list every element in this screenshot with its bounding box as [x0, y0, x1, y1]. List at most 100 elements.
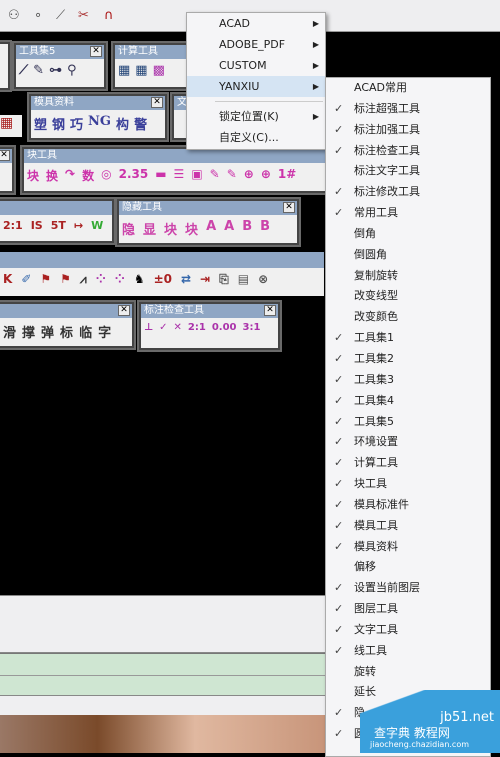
- tool-button[interactable]: 3:1: [243, 322, 261, 333]
- tool-button[interactable]: 滑: [3, 322, 16, 341]
- dot-icon[interactable]: ∘: [34, 8, 42, 23]
- swap-icon[interactable]: ⇄: [181, 272, 191, 287]
- submenu-item[interactable]: 倒圆角: [326, 245, 490, 266]
- tool-button[interactable]: ◎: [101, 167, 111, 184]
- mirror-icon[interactable]: ⩘: [80, 272, 87, 287]
- submenu-item[interactable]: ✓ 环境设置: [326, 432, 490, 453]
- tool-icon[interactable]: K: [3, 272, 12, 287]
- tool-button[interactable]: 块: [27, 167, 39, 184]
- submenu-item[interactable]: 改变线型: [326, 286, 490, 307]
- tool-button[interactable]: 巧: [70, 114, 83, 133]
- tool-button[interactable]: 警: [134, 114, 147, 133]
- trim-icon[interactable]: ⟋: [56, 8, 65, 23]
- menu-item[interactable]: ADOBE_PDF ▶: [187, 34, 325, 55]
- flag-icon[interactable]: ⚑: [40, 272, 51, 287]
- submenu-item[interactable]: ✓ 块工具: [326, 474, 490, 495]
- tool-button[interactable]: ▬: [155, 167, 166, 184]
- close-icon[interactable]: ✕: [118, 305, 130, 316]
- tool-button[interactable]: 弹: [41, 322, 54, 341]
- submenu-item[interactable]: ✓ 工具集3: [326, 370, 490, 391]
- tool-button[interactable]: 撑: [22, 322, 35, 341]
- dim-icon[interactable]: 2:1: [3, 219, 23, 232]
- tool-button[interactable]: ✎: [227, 167, 237, 184]
- tool-button[interactable]: ☰: [174, 167, 185, 184]
- tool-button[interactable]: ✓: [159, 322, 167, 333]
- submenu-item[interactable]: ✓ 模具资料: [326, 537, 490, 558]
- array-icon[interactable]: ⁘: [96, 272, 106, 287]
- grid-icon[interactable]: ▦: [0, 115, 22, 137]
- extend-icon[interactable]: ⇥: [200, 272, 210, 287]
- calculator-icon[interactable]: ▦: [135, 63, 147, 78]
- submenu-item[interactable]: 改变颜色: [326, 307, 490, 328]
- command-area[interactable]: [0, 595, 325, 653]
- dim-icon[interactable]: 5T: [51, 219, 66, 232]
- submenu-item[interactable]: ✓ 模具标准件: [326, 495, 490, 516]
- tool-button[interactable]: ✎: [210, 167, 220, 184]
- submenu-item[interactable]: 标注文字工具: [326, 161, 490, 182]
- brush-icon[interactable]: ✐: [21, 272, 31, 287]
- connect-icon[interactable]: ⊶: [49, 63, 62, 78]
- dim-icon[interactable]: IS: [31, 219, 43, 232]
- submenu-item[interactable]: ✓ 标注加强工具: [326, 120, 490, 141]
- break-icon[interactable]: ✂: [78, 8, 89, 23]
- array-icon[interactable]: ⁘: [115, 272, 125, 287]
- tool-button[interactable]: 块: [164, 219, 177, 238]
- tool-button[interactable]: 2.35: [119, 167, 149, 184]
- submenu-item[interactable]: ✓ 标注超强工具: [326, 99, 490, 120]
- close-icon[interactable]: ✕: [264, 305, 276, 316]
- tool-button[interactable]: ⊥: [144, 322, 153, 333]
- menu-item[interactable]: YANXIU ▶: [187, 76, 325, 97]
- submenu-item[interactable]: 旋转: [326, 662, 490, 683]
- tool-button[interactable]: 换: [46, 167, 58, 184]
- close-icon[interactable]: ✕: [90, 46, 102, 57]
- tool-button[interactable]: ✕: [174, 322, 182, 333]
- calendar-icon[interactable]: ▩: [153, 63, 165, 78]
- pencil-icon[interactable]: ✎: [33, 63, 44, 78]
- tool-button[interactable]: 构: [116, 114, 129, 133]
- submenu-item[interactable]: ✓ 线工具: [326, 641, 490, 662]
- cat-icon[interactable]: ♞: [134, 272, 145, 287]
- menu-item[interactable]: ACAD ▶: [187, 13, 325, 34]
- tool-button[interactable]: A: [224, 219, 234, 238]
- submenu-item[interactable]: ✓ 文字工具: [326, 620, 490, 641]
- submenu-item[interactable]: 倒角: [326, 224, 490, 245]
- zoom-icon[interactable]: ⚲: [67, 63, 77, 78]
- tool-button[interactable]: 临: [79, 322, 92, 341]
- submenu-item[interactable]: ✓ 计算工具: [326, 453, 490, 474]
- tool-button[interactable]: ▣: [191, 167, 202, 184]
- dim-icon[interactable]: W: [91, 219, 103, 232]
- menu-item[interactable]: CUSTOM ▶: [187, 55, 325, 76]
- submenu-item[interactable]: ✓ 图层工具: [326, 599, 490, 620]
- tool-button[interactable]: ⊕: [244, 167, 254, 184]
- submenu-item[interactable]: ✓ 标注检查工具: [326, 141, 490, 162]
- calculator-icon[interactable]: ▦: [118, 63, 130, 78]
- tool-button[interactable]: 数: [82, 167, 94, 184]
- submenu-item[interactable]: ✓ 工具集1: [326, 328, 490, 349]
- submenu-item[interactable]: ✓ 工具集4: [326, 391, 490, 412]
- tool-button[interactable]: 2:1: [188, 322, 206, 333]
- tool-button[interactable]: ⊕: [261, 167, 271, 184]
- flag-icon[interactable]: ⚑: [60, 272, 71, 287]
- close-icon[interactable]: ✕: [283, 202, 295, 213]
- magnet-icon[interactable]: ∩: [104, 8, 114, 23]
- menu-item[interactable]: 锁定位置(K) ▶: [187, 106, 325, 127]
- tool-button[interactable]: 塑: [34, 114, 47, 133]
- submenu-item[interactable]: 复制旋转: [326, 266, 490, 287]
- copy-icon[interactable]: ⎘: [219, 272, 229, 287]
- tool-button[interactable]: A: [206, 219, 216, 238]
- tool-button[interactable]: 字: [98, 322, 111, 341]
- close-icon[interactable]: ✕: [0, 150, 10, 161]
- zero-icon[interactable]: ±0: [154, 272, 172, 287]
- tool-button[interactable]: NG: [88, 114, 111, 133]
- tool-button[interactable]: B: [242, 219, 252, 238]
- tool-button[interactable]: ↷: [65, 167, 75, 184]
- tool-button[interactable]: 钢: [52, 114, 65, 133]
- submenu-item[interactable]: ✓ 常用工具: [326, 203, 490, 224]
- table-icon[interactable]: ▤: [238, 272, 249, 287]
- tool-button[interactable]: 0.00: [212, 322, 237, 333]
- submenu-item[interactable]: ✓ 工具集2: [326, 349, 490, 370]
- tool-button[interactable]: 显: [143, 219, 156, 238]
- close-icon[interactable]: ✕: [151, 97, 163, 108]
- tool-button[interactable]: 块: [185, 219, 198, 238]
- submenu-item[interactable]: ✓ 设置当前图层: [326, 578, 490, 599]
